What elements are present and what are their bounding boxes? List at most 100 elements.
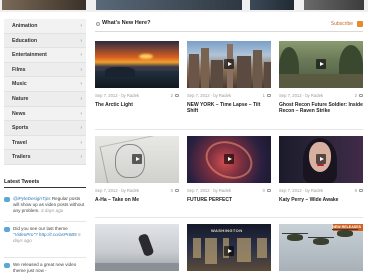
video-meta: Sep 7, 2012 · by Radek 2: [279, 93, 363, 100]
author-text: · by Radek: [210, 93, 232, 98]
category-item-entertainment[interactable]: Entertainment ›: [4, 48, 86, 63]
comment-count: 2: [354, 93, 357, 98]
comment-count: 2: [170, 93, 173, 98]
thumbnail-art: [105, 67, 135, 77]
top-thumbnail[interactable]: [250, 0, 294, 10]
tweet-text: Did you see our last theme: [13, 226, 68, 231]
tweet-item: Did you see our last theme "VideoPro"? h…: [4, 226, 86, 245]
subscribe-link[interactable]: Subscribe: [331, 21, 353, 27]
video-thumbnail[interactable]: [279, 136, 363, 183]
video-title-link[interactable]: FUTURE PERFECT: [187, 197, 271, 203]
divider: [4, 221, 86, 222]
video-title-link[interactable]: The Arctic Light: [95, 102, 179, 108]
category-label: Animation: [12, 23, 38, 29]
tweet-body: Did you see our last theme "VideoPro"? h…: [13, 226, 86, 245]
comment-count: 8: [354, 188, 357, 193]
tweet-item: @iPyleDesignTips Regular posts will show…: [4, 196, 86, 215]
category-item-travel[interactable]: Travel ›: [4, 135, 86, 151]
thumbnail-art: [95, 263, 179, 271]
chevron-right-icon: ›: [80, 66, 82, 73]
video-date: Sep 7, 2012 · by Radek: [95, 93, 139, 98]
video-thumbnail[interactable]: WASHINGTON: [187, 224, 271, 271]
video-title-link[interactable]: A-Ha – Take on Me: [95, 197, 179, 203]
video-date: Sep 7, 2012 · by Radek: [279, 188, 323, 193]
play-icon[interactable]: [316, 59, 326, 69]
video-thumbnail[interactable]: NEW RELEASES: [279, 224, 363, 271]
author-text: · by Radek: [118, 93, 140, 98]
category-label: Education: [12, 37, 38, 44]
video-thumbnail[interactable]: [95, 41, 179, 88]
section-title: What's New Here?: [102, 20, 151, 26]
top-thumbnail[interactable]: [2, 0, 86, 10]
tweet-url-link[interactable]: http://t.co/asPr6B5: [39, 232, 77, 237]
category-item-animation[interactable]: Animation ›: [4, 19, 86, 34]
video-title-link[interactable]: Ghost Recon Future Soldier: Inside Recon…: [279, 102, 363, 115]
category-label: Nature: [12, 95, 29, 102]
chevron-right-icon: ›: [80, 154, 82, 161]
thumbnail-art: [337, 230, 353, 237]
thumbnail-art: [264, 62, 271, 88]
play-icon[interactable]: [132, 154, 142, 164]
video-card: Sep 7, 2012 · by Radek 0 FUTURE PERFECT: [187, 136, 271, 203]
video-date: Sep 7, 2012 · by Radek: [95, 188, 139, 193]
video-card: Sep 7, 2012 · by Radek 1 NEW YORK – Time…: [187, 41, 271, 115]
tweet-body: We released a great new video theme just…: [13, 262, 86, 274]
thumbnail-art: [279, 74, 363, 88]
category-label: Sports: [12, 125, 29, 132]
category-label: Entertainment: [12, 52, 47, 59]
video-title-link[interactable]: NEW YORK – Time Lapse – Tilt Shift: [187, 102, 271, 115]
play-icon[interactable]: [316, 154, 326, 164]
thumbnail-art: [205, 238, 217, 264]
category-label: News: [12, 110, 26, 117]
tweet-link[interactable]: "VideoPro"?: [13, 232, 38, 237]
category-item-music[interactable]: Music ›: [4, 77, 86, 92]
video-thumbnail[interactable]: [95, 136, 179, 183]
tweet-handle-link[interactable]: @iPyleDesignTips: [13, 196, 51, 201]
video-card: Sep 7, 2012 · by Radek 0 A-Ha – Take on …: [95, 136, 179, 203]
thumbnail-art: [211, 60, 223, 88]
divider: [95, 217, 363, 218]
video-title-link[interactable]: Katy Perry – Wide Awake: [279, 197, 363, 203]
category-item-films[interactable]: Films ›: [4, 62, 86, 78]
thumbnail-art: [137, 232, 155, 258]
chevron-right-icon: ›: [80, 23, 82, 29]
divider: [95, 129, 363, 130]
rss-icon[interactable]: [357, 21, 363, 27]
category-item-news[interactable]: News ›: [4, 106, 86, 122]
comment-bubble-icon: [359, 188, 363, 192]
date-text: Sep 7, 2012: [95, 93, 118, 98]
category-item-nature[interactable]: Nature ›: [4, 91, 86, 107]
date-text: Sep 7, 2012: [187, 93, 210, 98]
play-icon[interactable]: [224, 154, 234, 164]
play-icon[interactable]: [224, 59, 234, 69]
comment-count: 0: [170, 188, 173, 193]
video-card: [95, 224, 179, 271]
category-label: Music: [12, 81, 27, 88]
video-thumbnail[interactable]: [187, 41, 271, 88]
divider: [4, 257, 86, 258]
thumbnail-art: [237, 56, 251, 88]
video-thumbnail[interactable]: [279, 41, 363, 88]
category-item-education[interactable]: Education ›: [4, 33, 86, 49]
video-card: WASHINGTON: [187, 224, 271, 271]
section-bullet-icon: [96, 22, 100, 26]
video-date: Sep 7, 2012 · by Radek: [187, 188, 231, 193]
video-card: NEW RELEASES: [279, 224, 363, 271]
thumbnail-art: [189, 54, 199, 88]
top-thumbnail[interactable]: [304, 0, 364, 10]
chevron-right-icon: ›: [80, 139, 82, 146]
top-thumbnail[interactable]: [96, 0, 242, 10]
video-thumbnail[interactable]: [187, 136, 271, 183]
chevron-right-icon: ›: [80, 52, 82, 59]
play-icon[interactable]: [224, 246, 234, 256]
comment-count: 1: [262, 93, 265, 98]
category-item-sports[interactable]: Sports ›: [4, 121, 86, 136]
chevron-right-icon: ›: [80, 95, 82, 102]
top-carousel-strip: [0, 0, 368, 12]
thumbnail-art: [201, 48, 209, 88]
video-thumbnail[interactable]: [95, 224, 179, 271]
date-text: Sep 7, 2012: [187, 188, 210, 193]
tweet-item: We released a great new video theme just…: [4, 262, 86, 274]
category-item-trailers[interactable]: Trailers ›: [4, 150, 86, 165]
thumbnail-art: [193, 238, 201, 258]
